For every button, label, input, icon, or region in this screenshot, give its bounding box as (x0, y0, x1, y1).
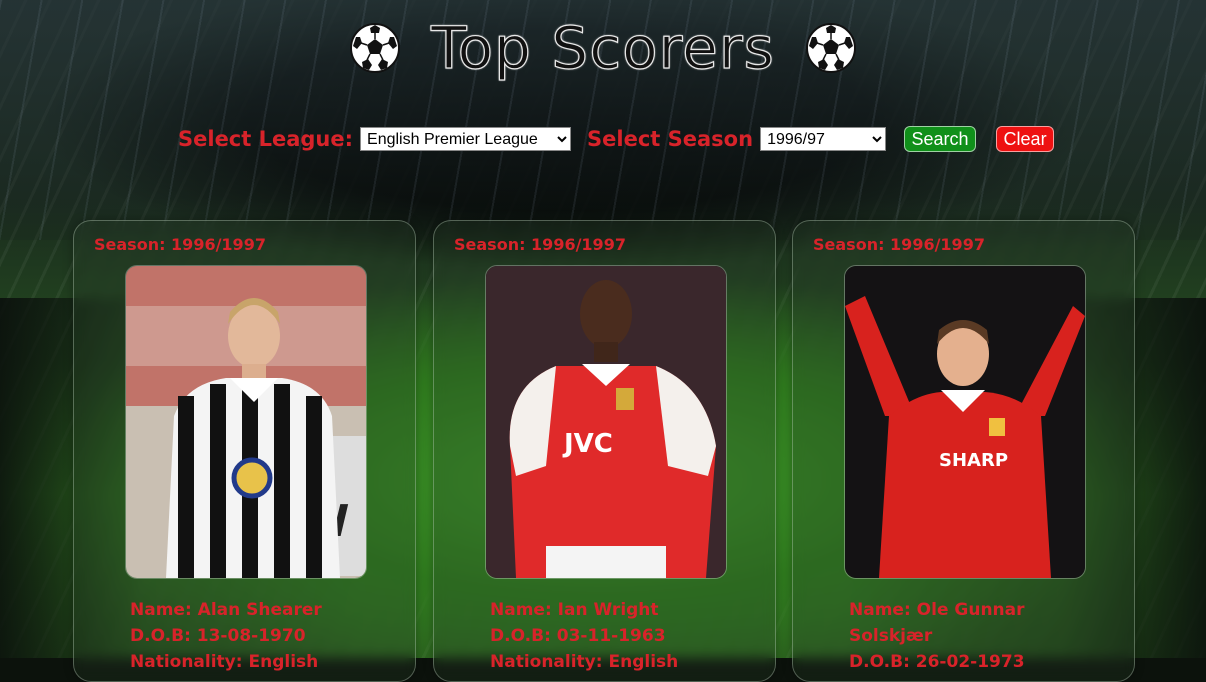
soccer-ball-icon (805, 22, 857, 74)
league-label: Select League: (178, 127, 354, 151)
player-photo: JVC (485, 265, 727, 579)
player-photo: W (125, 265, 367, 579)
soccer-ball-icon (349, 22, 401, 74)
scorer-cards: Season: 1996/1997 W (73, 220, 1137, 682)
scorer-card: Season: 1996/1997 SHARP Name: Ole Gunnar… (792, 220, 1135, 682)
player-dob: D.O.B: 13-08-1970 (130, 626, 306, 646)
card-season: Season: 1996/1997 (454, 235, 626, 254)
player-photo: SHARP (844, 265, 1086, 579)
scorer-card: Season: 1996/1997 W (73, 220, 416, 682)
player-dob: D.O.B: 26-02-1973 (849, 652, 1025, 672)
player-nationality: Nationality: English (490, 652, 679, 672)
player-nationality: Nationality: English (130, 652, 319, 672)
player-info: Name: Ian Wright D.O.B: 03-11-1963 Natio… (490, 597, 730, 675)
player-info: Name: Alan Shearer D.O.B: 13-08-1970 Nat… (130, 597, 370, 675)
player-dob: D.O.B: 03-11-1963 (490, 626, 666, 646)
page-title: Top Scorers (430, 13, 775, 82)
player-name: Name: Alan Shearer (130, 600, 322, 620)
season-select[interactable]: 1996/97 (760, 127, 887, 151)
svg-text:SHARP: SHARP (939, 450, 1008, 471)
season-label: Select Season (587, 127, 754, 151)
player-info: Name: Ole Gunnar Solskjær D.O.B: 26-02-1… (849, 597, 1089, 675)
search-button[interactable]: Search (904, 126, 977, 152)
scorer-card: Season: 1996/1997 JVC Name: Ian Wright D… (433, 220, 776, 682)
page-header: Top Scorers (0, 8, 1206, 88)
league-select[interactable]: English Premier League (360, 127, 572, 151)
clear-button[interactable]: Clear (996, 126, 1055, 152)
svg-text:JVC: JVC (562, 429, 613, 459)
card-season: Season: 1996/1997 (94, 235, 266, 254)
player-name: Name: Ole Gunnar Solskjær (849, 600, 1025, 646)
search-controls: Select League: English Premier League Se… (178, 126, 1055, 152)
card-season: Season: 1996/1997 (813, 235, 985, 254)
player-name: Name: Ian Wright (490, 600, 659, 620)
